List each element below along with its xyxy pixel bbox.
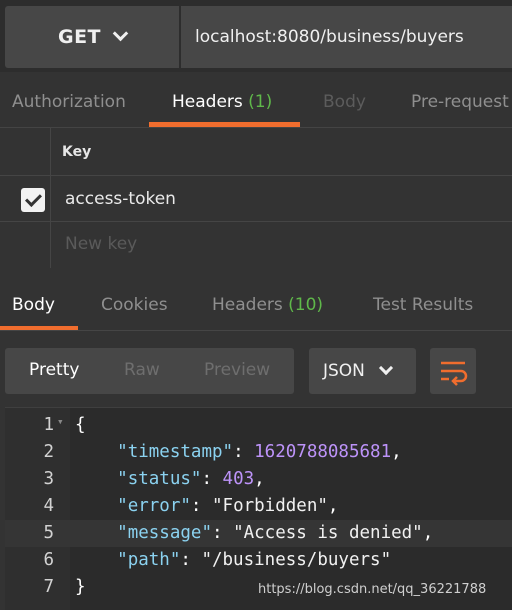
line-number: 5 xyxy=(43,523,54,543)
json-key: "path" xyxy=(117,550,181,570)
json-key: "timestamp" xyxy=(117,442,234,462)
format-dropdown[interactable]: JSON xyxy=(309,348,416,394)
tab-test-results[interactable]: Test Results xyxy=(373,295,473,315)
json-value: "Access is denied" xyxy=(233,523,423,543)
json-value: "Forbidden" xyxy=(212,496,328,516)
json-value: 1620788085681 xyxy=(254,442,392,462)
tab-authorization[interactable]: Authorization xyxy=(12,92,126,112)
code-line: 3 "status": 403, xyxy=(5,466,512,493)
json-value: "/business/buyers" xyxy=(201,550,392,570)
chevron-down-icon xyxy=(378,360,393,376)
key-column-header: Key xyxy=(62,144,92,160)
method-label: GET xyxy=(57,26,102,48)
mode-preview[interactable]: Preview xyxy=(204,360,270,380)
line-number: 1 xyxy=(43,415,54,435)
headers-count: (1) xyxy=(248,92,273,112)
url-value: localhost:8080/business/buyers xyxy=(195,27,464,47)
format-label: JSON xyxy=(323,361,365,381)
response-headers-count: (10) xyxy=(288,295,324,315)
header-enabled-checkbox[interactable] xyxy=(21,188,45,212)
wrap-lines-button[interactable] xyxy=(430,348,476,394)
tab-cookies[interactable]: Cookies xyxy=(101,295,168,315)
fold-arrow-icon[interactable]: ▾ xyxy=(57,415,64,428)
tab-response-body[interactable]: Body xyxy=(12,295,55,315)
mode-raw[interactable]: Raw xyxy=(124,360,160,380)
code-text: { xyxy=(75,415,86,435)
response-code-editor[interactable]: 1 ▾ { 2 "timestamp": 1620788085681, 3 "s… xyxy=(5,407,512,610)
line-number: 2 xyxy=(43,442,54,462)
wrap-lines-icon xyxy=(441,361,468,386)
json-key: "message" xyxy=(117,523,212,543)
code-line: 1 ▾ { xyxy=(5,412,512,439)
url-input[interactable]: localhost:8080/business/buyers xyxy=(181,6,512,68)
tab-body[interactable]: Body xyxy=(323,92,366,112)
request-bar: GET localhost:8080/business/buyers xyxy=(0,0,512,72)
view-mode-switch: Pretty Raw Preview xyxy=(5,348,294,394)
line-number: 7 xyxy=(43,577,54,597)
mode-pretty[interactable]: Pretty xyxy=(29,360,79,380)
code-line: 4 "error": "Forbidden", xyxy=(5,493,512,520)
header-key-value[interactable]: access-token xyxy=(65,189,176,209)
tab-pre-request[interactable]: Pre-request xyxy=(411,92,509,112)
line-number: 3 xyxy=(43,469,54,489)
code-line: 2 "timestamp": 1620788085681, xyxy=(5,439,512,466)
tab-response-headers[interactable]: Headers (10) xyxy=(212,295,323,315)
line-number: 4 xyxy=(43,496,54,516)
code-line: 6 "path": "/business/buyers" xyxy=(5,547,512,574)
chevron-down-icon xyxy=(112,25,129,42)
response-tabs: Body Cookies Headers (10) Test Results xyxy=(0,285,512,331)
code-line-highlighted: 5 "message": "Access is denied", xyxy=(5,520,512,547)
json-key: "status" xyxy=(117,469,202,489)
json-value: 403 xyxy=(222,469,255,489)
method-dropdown[interactable]: GET xyxy=(5,6,179,68)
tab-headers[interactable]: Headers (1) xyxy=(172,92,272,112)
watermark: https://blog.csdn.net/qq_36221788 xyxy=(258,582,487,597)
code-text: } xyxy=(75,577,86,597)
divider xyxy=(0,330,512,331)
new-key-input[interactable]: New key xyxy=(65,234,137,254)
json-key: "error" xyxy=(117,496,191,516)
line-number: 6 xyxy=(43,550,54,570)
